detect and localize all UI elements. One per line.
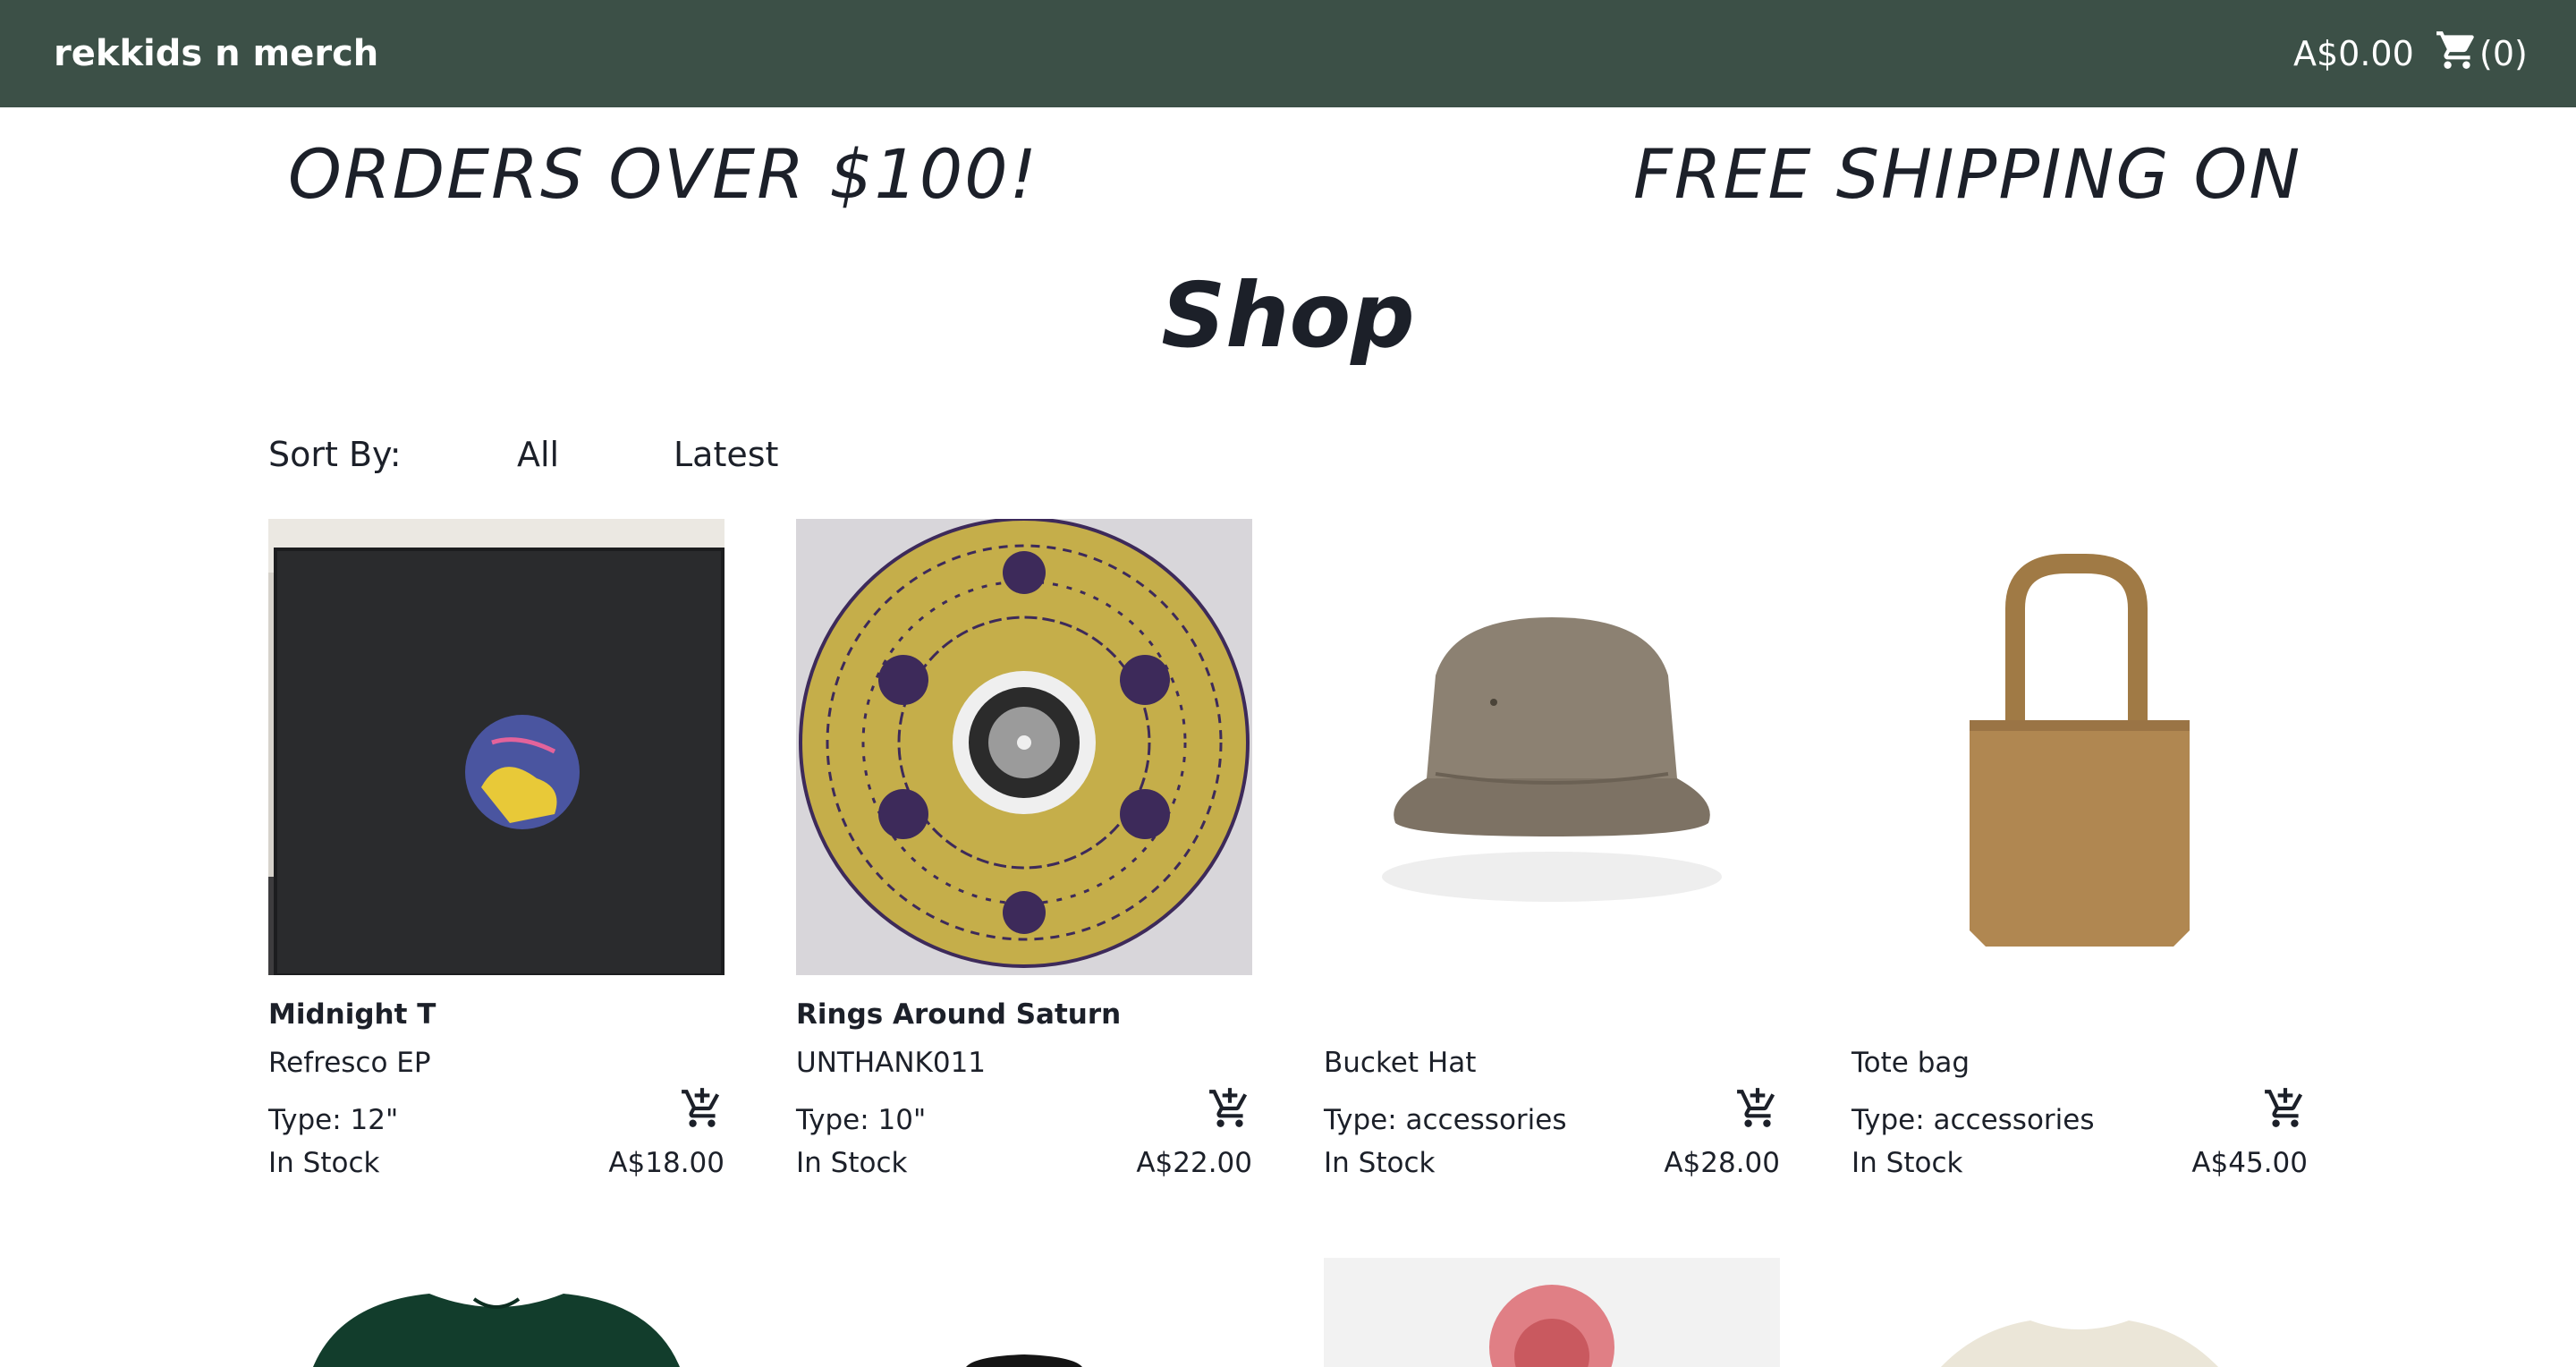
product-type: Type: 10" <box>796 1104 927 1136</box>
add-shopping-cart-icon <box>2265 1088 2303 1127</box>
product-price: A$45.00 <box>2191 1147 2308 1179</box>
product-card[interactable]: Midnight T Refresco EP Type: 12" In Stoc… <box>268 519 724 1199</box>
product-image[interactable] <box>1324 519 1780 975</box>
page-title: Shop <box>1161 263 1415 368</box>
add-to-cart-button[interactable] <box>2263 1086 2308 1131</box>
product-price: A$28.00 <box>1664 1147 1780 1179</box>
add-shopping-cart-icon <box>1209 1088 1248 1127</box>
product-image[interactable] <box>1852 519 2308 975</box>
product-subtitle: Tote bag <box>1852 1047 1970 1079</box>
product-image[interactable] <box>1852 1258 2308 1367</box>
product-price: A$22.00 <box>1136 1147 1252 1179</box>
sort-option-latest[interactable]: Latest <box>674 435 778 474</box>
top-navbar: rekkids n merch A$0.00 (0) <box>0 0 2576 107</box>
stock-status: In Stock <box>1324 1147 1436 1179</box>
stock-status: In Stock <box>796 1147 908 1179</box>
product-image[interactable] <box>268 1258 724 1367</box>
product-subtitle: Bucket Hat <box>1324 1047 1477 1079</box>
shipping-banner-left: ORDERS OVER $100! <box>288 134 1039 214</box>
product-image[interactable] <box>796 1258 1252 1367</box>
product-type: Type: accessories <box>1324 1104 1567 1136</box>
add-shopping-cart-icon <box>1737 1088 1775 1127</box>
product-subtitle: Refresco EP <box>268 1047 431 1079</box>
product-card[interactable]: Tote bag Type: accessories In Stock A$45… <box>1852 519 2308 1199</box>
product-image[interactable] <box>1324 1258 1780 1367</box>
cart-total: A$0.00 <box>2293 34 2414 73</box>
cart-count: (0) <box>2479 34 2528 73</box>
cart-button[interactable]: (0) <box>2435 29 2528 79</box>
add-to-cart-button[interactable] <box>1208 1086 1252 1131</box>
product-card[interactable]: Rings Around Saturn UNTHANK011 Type: 10"… <box>796 519 1252 1199</box>
product-subtitle: UNTHANK011 <box>796 1047 987 1079</box>
add-to-cart-button[interactable] <box>680 1086 724 1131</box>
product-price: A$18.00 <box>608 1147 724 1179</box>
stock-status: In Stock <box>1852 1147 1963 1179</box>
stock-status: In Stock <box>268 1147 380 1179</box>
sort-label: Sort By: <box>268 435 402 474</box>
product-title[interactable]: Rings Around Saturn <box>796 998 1121 1031</box>
sort-option-all[interactable]: All <box>517 435 559 474</box>
product-title[interactable]: Midnight T <box>268 998 436 1031</box>
add-shopping-cart-icon <box>682 1088 720 1127</box>
product-card[interactable]: Bucket Hat Type: accessories In Stock A$… <box>1324 519 1780 1199</box>
add-to-cart-button[interactable] <box>1735 1086 1780 1131</box>
product-image[interactable] <box>268 519 724 975</box>
product-image[interactable] <box>796 519 1252 975</box>
product-type: Type: accessories <box>1852 1104 2095 1136</box>
product-type: Type: 12" <box>268 1104 399 1136</box>
shopping-cart-icon <box>2435 28 2479 81</box>
brand-link[interactable]: rekkids n merch <box>54 0 378 107</box>
shipping-banner-right: FREE SHIPPING ON <box>1633 134 2302 214</box>
